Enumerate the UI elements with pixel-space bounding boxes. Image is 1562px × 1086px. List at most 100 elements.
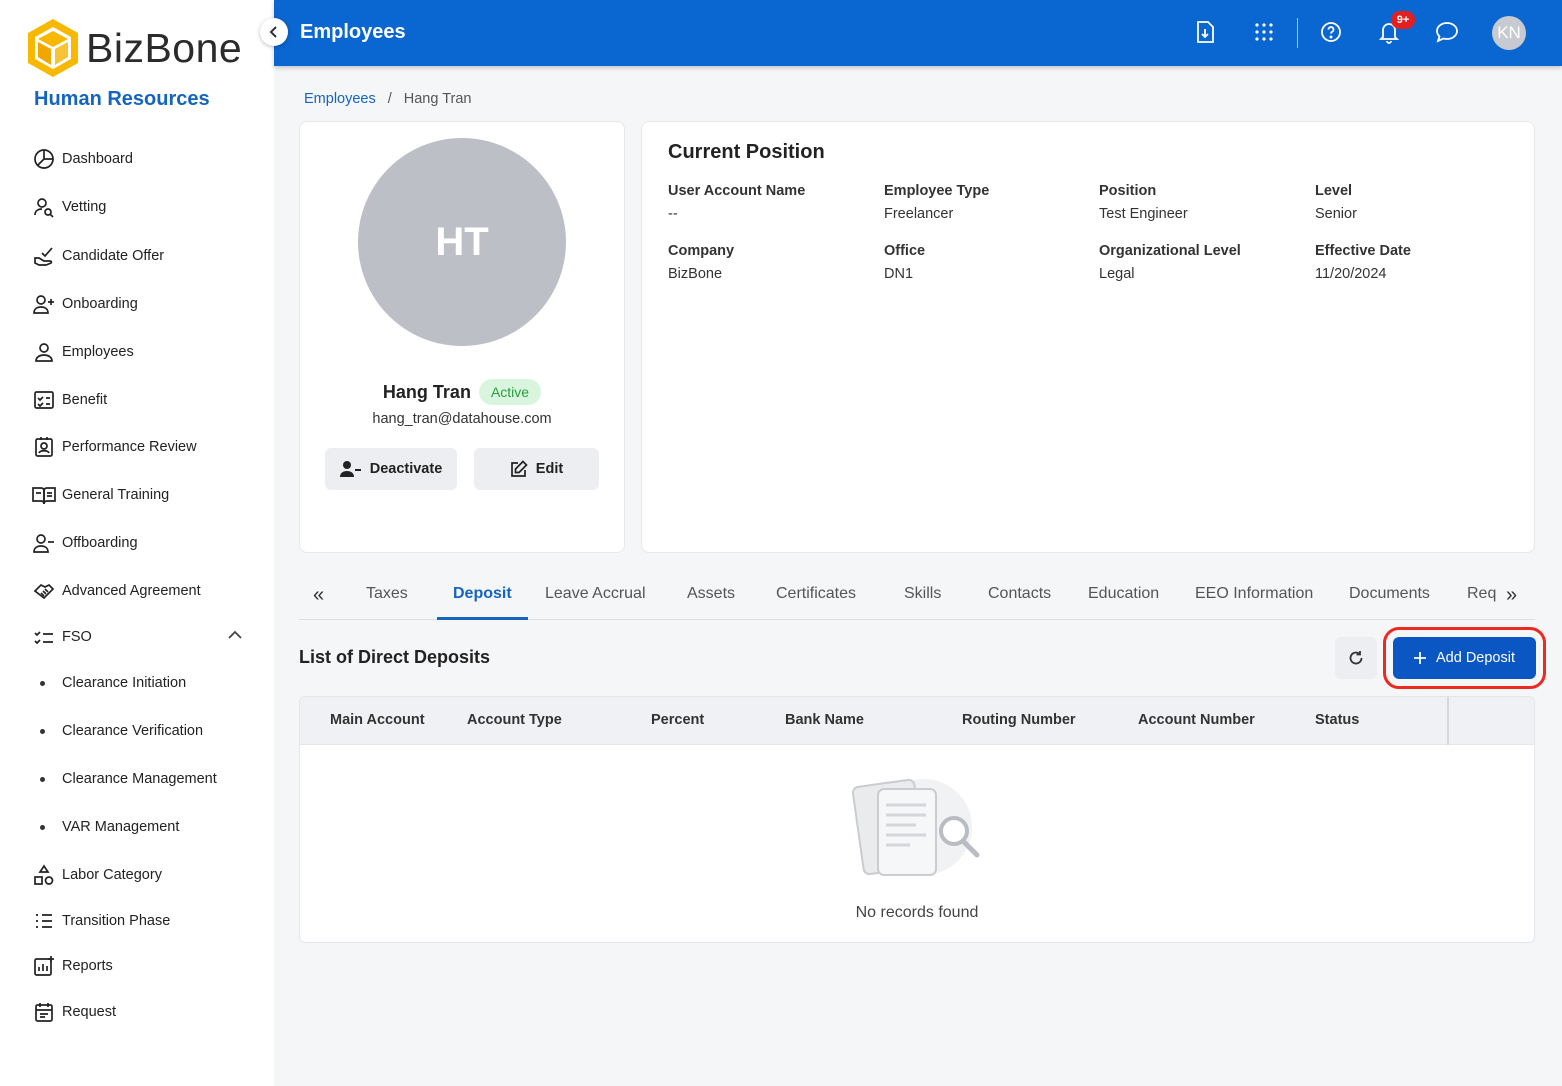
sidebar-item-onboarding[interactable]: Onboarding	[32, 292, 138, 316]
employee-name-row: Hang Tran Active	[300, 379, 624, 405]
tab-certificates[interactable]: Certificates	[776, 585, 856, 603]
sidebar-item-label: Clearance Management	[62, 771, 217, 787]
sidebar-collapse-button[interactable]	[260, 18, 288, 46]
deactivate-label: Deactivate	[369, 461, 443, 477]
sidebar-item-benefit[interactable]: Benefit	[32, 388, 107, 412]
sidebar-item-label: Advanced Agreement	[62, 583, 201, 599]
tab-requests[interactable]: Req	[1467, 585, 1496, 603]
add-deposit-label: Add Deposit	[1436, 650, 1515, 666]
request-icon	[32, 1000, 56, 1024]
sidebar-item-vetting[interactable]: Vetting	[32, 195, 106, 219]
sidebar-item-offboarding[interactable]: Offboarding	[32, 531, 138, 555]
add-deposit-button[interactable]: Add Deposit	[1393, 637, 1536, 679]
edit-label: Edit	[535, 461, 564, 477]
reports-icon	[32, 954, 56, 978]
benefit-icon	[32, 388, 56, 412]
field-value: BizBone	[668, 266, 723, 282]
sidebar-subitem-clearance-verification[interactable]: Clearance Verification	[40, 719, 203, 743]
notification-badge: 9+	[1391, 11, 1415, 29]
sidebar-item-label: Transition Phase	[62, 913, 171, 929]
field-effective-date: Effective Date 11/20/2024	[1315, 243, 1515, 282]
field-user-account-name: User Account Name --	[668, 183, 868, 222]
tabs-scroll-right-button[interactable]: »	[1506, 584, 1517, 607]
breadcrumb-separator: /	[387, 91, 392, 107]
sidebar-item-label: Dashboard	[62, 151, 133, 167]
column-account-type[interactable]: Account Type	[467, 712, 562, 728]
sidebar-item-candidate-offer[interactable]: Candidate Offer	[32, 244, 164, 268]
bullet-icon	[40, 776, 45, 782]
sidebar-item-label: FSO	[62, 629, 92, 645]
sidebar-item-reports[interactable]: Reports	[32, 954, 113, 978]
brand-name: BizBone	[86, 24, 243, 71]
bizbone-logo-icon	[28, 19, 78, 77]
tab-deposit[interactable]: Deposit	[453, 585, 512, 603]
sidebar-item-employees[interactable]: Employees	[32, 340, 134, 364]
sidebar-item-label: Request	[62, 1004, 117, 1020]
dashboard-icon	[32, 147, 56, 171]
breadcrumb-employees-link[interactable]: Employees	[304, 91, 376, 107]
field-value: Senior	[1315, 206, 1357, 222]
sidebar-item-label: Clearance Initiation	[62, 675, 187, 691]
sidebar-item-label: VAR Management	[62, 819, 180, 835]
offboarding-icon	[32, 531, 56, 555]
user-avatar[interactable]: KN	[1492, 16, 1526, 50]
column-bank-name[interactable]: Bank Name	[785, 712, 864, 728]
sidebar-subitem-clearance-management[interactable]: Clearance Management	[40, 767, 217, 791]
sidebar-item-advanced-agreement[interactable]: Advanced Agreement	[32, 579, 201, 603]
advanced-agreement-icon	[32, 579, 56, 603]
field-company: Company BizBone	[668, 243, 868, 282]
edit-button[interactable]: Edit	[474, 448, 599, 490]
sidebar-item-performance-review[interactable]: Performance Review	[32, 435, 197, 459]
sidebar-subitem-clearance-initiation[interactable]: Clearance Initiation	[40, 671, 186, 695]
status-badge: Active	[478, 379, 542, 405]
sidebar-subitem-var-management[interactable]: VAR Management	[40, 815, 179, 839]
field-value: 11/20/2024	[1315, 266, 1387, 282]
column-percent[interactable]: Percent	[651, 712, 704, 728]
apps-grid-icon[interactable]	[1251, 19, 1277, 45]
field-level: Level Senior	[1315, 183, 1515, 222]
chevron-up-icon[interactable]	[226, 626, 244, 649]
column-main-account[interactable]: Main Account	[330, 712, 425, 728]
tab-taxes[interactable]: Taxes	[366, 585, 408, 603]
sidebar-item-dashboard[interactable]: Dashboard	[32, 147, 133, 171]
deactivate-button[interactable]: Deactivate	[325, 448, 457, 490]
field-organizational-level: Organizational Level Legal	[1099, 243, 1299, 282]
field-office: Office DN1	[884, 243, 1084, 282]
active-tab-indicator	[437, 617, 528, 620]
chevron-left-icon	[269, 26, 277, 38]
tab-documents[interactable]: Documents	[1349, 585, 1430, 603]
tab-leave-accrual[interactable]: Leave Accrual	[545, 585, 646, 603]
tab-eeo-information[interactable]: EEO Information	[1195, 585, 1313, 603]
chat-icon[interactable]	[1434, 19, 1460, 45]
column-status[interactable]: Status	[1315, 712, 1359, 728]
column-account-number[interactable]: Account Number	[1138, 712, 1255, 728]
sidebar-item-general-training[interactable]: General Training	[32, 483, 169, 507]
sidebar-item-request[interactable]: Request	[32, 1000, 116, 1024]
sidebar-item-label: Onboarding	[62, 296, 138, 312]
tabs-scroll-left-button[interactable]: «	[313, 584, 324, 607]
employee-avatar: HT	[358, 138, 566, 346]
column-routing-number[interactable]: Routing Number	[962, 712, 1076, 728]
tab-assets[interactable]: Assets	[687, 585, 735, 603]
sidebar-item-label: Performance Review	[62, 439, 197, 455]
sidebar-item-labor-category[interactable]: Labor Category	[32, 863, 162, 887]
breadcrumb-current: Hang Tran	[403, 91, 472, 107]
help-icon[interactable]	[1318, 19, 1344, 45]
field-value: --	[668, 206, 678, 222]
deposits-list-title: List of Direct Deposits	[299, 647, 491, 667]
current-position-card: Current Position User Account Name -- Em…	[641, 121, 1535, 553]
tab-skills[interactable]: Skills	[904, 585, 941, 603]
sidebar-item-transition-phase[interactable]: Transition Phase	[32, 909, 170, 933]
current-position-title: Current Position	[668, 141, 825, 163]
tab-contacts[interactable]: Contacts	[988, 585, 1051, 603]
download-document-icon[interactable]	[1192, 19, 1218, 45]
sidebar-item-label: Employees	[62, 344, 134, 360]
plus-icon	[1414, 652, 1426, 664]
field-value: Test Engineer	[1099, 206, 1188, 222]
field-label: Company	[668, 243, 735, 259]
bizbone-logo[interactable]: BizBone	[24, 16, 242, 80]
sidebar-item-fso[interactable]: FSO	[32, 625, 92, 649]
tab-education[interactable]: Education	[1088, 585, 1159, 603]
profile-card: HT Hang Tran Active hang_tran@datahouse.…	[299, 121, 625, 553]
refresh-button[interactable]	[1335, 637, 1377, 679]
